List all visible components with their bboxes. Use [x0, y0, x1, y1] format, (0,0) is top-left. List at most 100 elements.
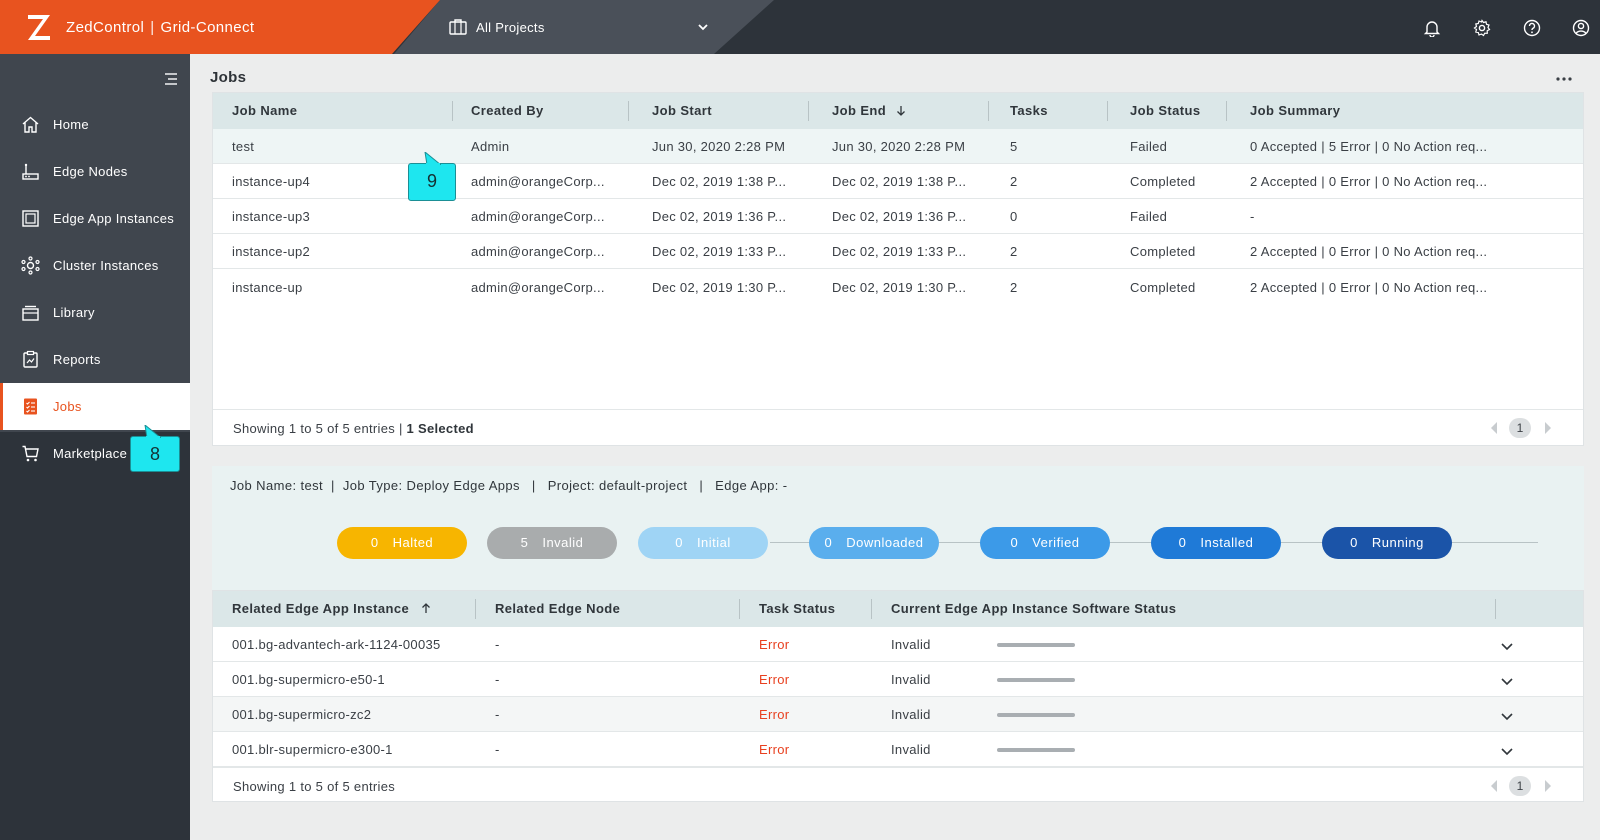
cell-job-summary: -	[1250, 209, 1255, 224]
chevron-down-icon[interactable]	[1501, 643, 1513, 651]
project-folder-icon[interactable]	[449, 19, 467, 35]
chevron-down-icon[interactable]	[1501, 713, 1513, 721]
cell-job-status: Completed	[1130, 244, 1196, 259]
cell-software-status: Invalid	[891, 637, 931, 652]
sidebar-item-edge-nodes[interactable]: Edge Nodes	[0, 148, 190, 195]
page-number-button[interactable]: 1	[1509, 418, 1531, 438]
status-pill-running[interactable]: 0 Running	[1322, 527, 1452, 559]
sidebar-item-reports[interactable]: Reports	[0, 336, 190, 383]
pill-count: 0	[1178, 535, 1187, 550]
cell-job-status: Failed	[1130, 139, 1168, 154]
cell-software-status: Invalid	[891, 707, 931, 722]
cell-job-start: Dec 02, 2019 1:30 P...	[652, 280, 787, 295]
column-header-job-start[interactable]: Job Start	[652, 93, 712, 129]
sidebar-item-home[interactable]: Home	[0, 101, 190, 148]
chevron-down-icon[interactable]	[697, 21, 709, 33]
status-pill-initial[interactable]: 0 Initial	[638, 527, 768, 559]
job-type-meta: Job Type: Deploy Edge Apps	[342, 478, 520, 493]
column-divider	[739, 599, 740, 619]
gear-icon[interactable]	[1473, 19, 1491, 37]
table-footer: Showing 1 to 5 of 5 entries | 1 Selected…	[213, 409, 1583, 445]
reports-icon	[23, 350, 38, 368]
column-header-tasks[interactable]: Tasks	[1010, 93, 1048, 129]
cell-job-name: instance-up2	[232, 244, 311, 259]
pill-label: Running	[1371, 535, 1424, 550]
table-row[interactable]: instance-up2 admin@orangeCorp... Dec 02,…	[213, 234, 1583, 269]
status-pill-invalid[interactable]: 5 Invalid	[487, 527, 617, 559]
column-header-job-status[interactable]: Job Status	[1130, 93, 1200, 129]
job-detail-panel: Job Name: test | Job Type: Deploy Edge App…	[212, 466, 1584, 590]
column-header-job-summary[interactable]: Job Summary	[1250, 93, 1340, 129]
table-row[interactable]: 001.bg-supermicro-e50-1 - Error Invalid	[213, 662, 1583, 697]
column-header-software-status[interactable]: Current Edge App Instance Software Statu…	[891, 591, 1176, 627]
pill-label: Invalid	[542, 535, 584, 550]
pill-count: 5	[520, 535, 529, 550]
callout-number: 8	[149, 444, 160, 464]
next-page-icon[interactable]	[1545, 422, 1551, 434]
cluster-icon	[21, 256, 40, 275]
pill-label: Halted	[392, 535, 434, 550]
pill-label: Initial	[696, 535, 731, 550]
chevron-down-icon[interactable]	[1501, 678, 1513, 686]
column-header-created-by[interactable]: Created By	[471, 93, 544, 129]
sidebar-item-jobs[interactable]: Jobs	[0, 383, 190, 430]
cart-icon	[22, 445, 39, 462]
table-row[interactable]: instance-up admin@orangeCorp... Dec 02, …	[213, 270, 1583, 305]
cell-job-end: Dec 02, 2019 1:33 P...	[832, 244, 967, 259]
next-page-icon[interactable]	[1545, 780, 1551, 792]
cell-job-start: Dec 02, 2019 1:33 P...	[652, 244, 787, 259]
entries-info: Showing 1 to 5 of 5 entries | 1 Selected	[233, 421, 474, 436]
column-header-related-edge-app-instance[interactable]: Related Edge App Instance	[232, 591, 431, 627]
column-header-job-end[interactable]: Job End	[832, 93, 906, 129]
zededa-logo-icon	[28, 15, 50, 40]
cell-edge-app-instance: 001.bg-advantech-ark-1124-00035	[232, 637, 441, 652]
status-pill-downloaded[interactable]: 0 Downloaded	[809, 527, 939, 559]
sidebar-item-edge-app-instances[interactable]: Edge App Instances	[0, 195, 190, 242]
column-divider	[1495, 599, 1496, 619]
page-title: Jobs	[210, 69, 247, 86]
table-row[interactable]: 001.bg-advantech-ark-1124-00035 - Error …	[213, 627, 1583, 662]
table-row[interactable]: test Admin Jun 30, 2020 2:28 PM Jun 30, …	[213, 129, 1583, 164]
status-pill-verified[interactable]: 0 Verified	[980, 527, 1110, 559]
chevron-down-icon[interactable]	[1501, 748, 1513, 756]
project-selector[interactable]: All Projects	[476, 20, 545, 35]
jobs-table: Job Name Created By Job Start Job End Ta…	[212, 92, 1584, 446]
callout-number: 9	[426, 171, 437, 191]
prev-page-icon[interactable]	[1491, 780, 1497, 792]
pill-count: 0	[370, 535, 379, 550]
user-icon[interactable]	[1572, 19, 1590, 37]
sidebar-item-label: Jobs	[53, 399, 82, 414]
status-pill-installed[interactable]: 0 Installed	[1151, 527, 1281, 559]
cell-tasks: 2	[1010, 244, 1018, 259]
status-progress-bar	[997, 748, 1075, 752]
sidebar-item-label: Edge Nodes	[53, 164, 128, 179]
table-header: Related Edge App Instance Related Edge N…	[213, 591, 1583, 627]
help-icon[interactable]	[1523, 19, 1541, 37]
column-divider	[1226, 101, 1227, 121]
column-header-label: Job End	[832, 103, 887, 118]
edge-app-meta: Edge App: -	[715, 478, 788, 493]
column-header-related-edge-node[interactable]: Related Edge Node	[495, 591, 620, 627]
table-row[interactable]: 001.blr-supermicro-e300-1 - Error Invali…	[213, 732, 1583, 767]
menu-collapse-icon[interactable]	[162, 72, 178, 86]
table-row[interactable]: instance-up3 admin@orangeCorp... Dec 02,…	[213, 199, 1583, 234]
sidebar-item-cluster-instances[interactable]: Cluster Instances	[0, 242, 190, 289]
page-number-button[interactable]: 1	[1509, 776, 1531, 796]
table-row[interactable]: 001.bg-supermicro-zc2 - Error Invalid	[213, 697, 1583, 732]
status-progress-bar	[997, 713, 1075, 717]
cell-task-status: Error	[759, 742, 790, 757]
status-pill-halted[interactable]: 0 Halted	[337, 527, 467, 559]
cell-task-status: Error	[759, 672, 790, 687]
prev-page-icon[interactable]	[1491, 422, 1497, 434]
sidebar-item-library[interactable]: Library	[0, 289, 190, 336]
column-header-job-name[interactable]: Job Name	[232, 93, 297, 129]
column-header-task-status[interactable]: Task Status	[759, 591, 835, 627]
cell-created-by: admin@orangeCorp...	[471, 174, 605, 189]
job-meta: Job Name: test | Job Type: Deploy Edge App…	[230, 478, 788, 493]
app-instances-icon	[22, 210, 39, 227]
more-options-icon[interactable]	[1556, 77, 1572, 81]
cell-edge-app-instance: 001.bg-supermicro-zc2	[232, 707, 372, 722]
cell-software-status: Invalid	[891, 672, 931, 687]
bell-icon[interactable]	[1423, 19, 1441, 37]
cell-job-name: instance-up	[232, 280, 303, 295]
